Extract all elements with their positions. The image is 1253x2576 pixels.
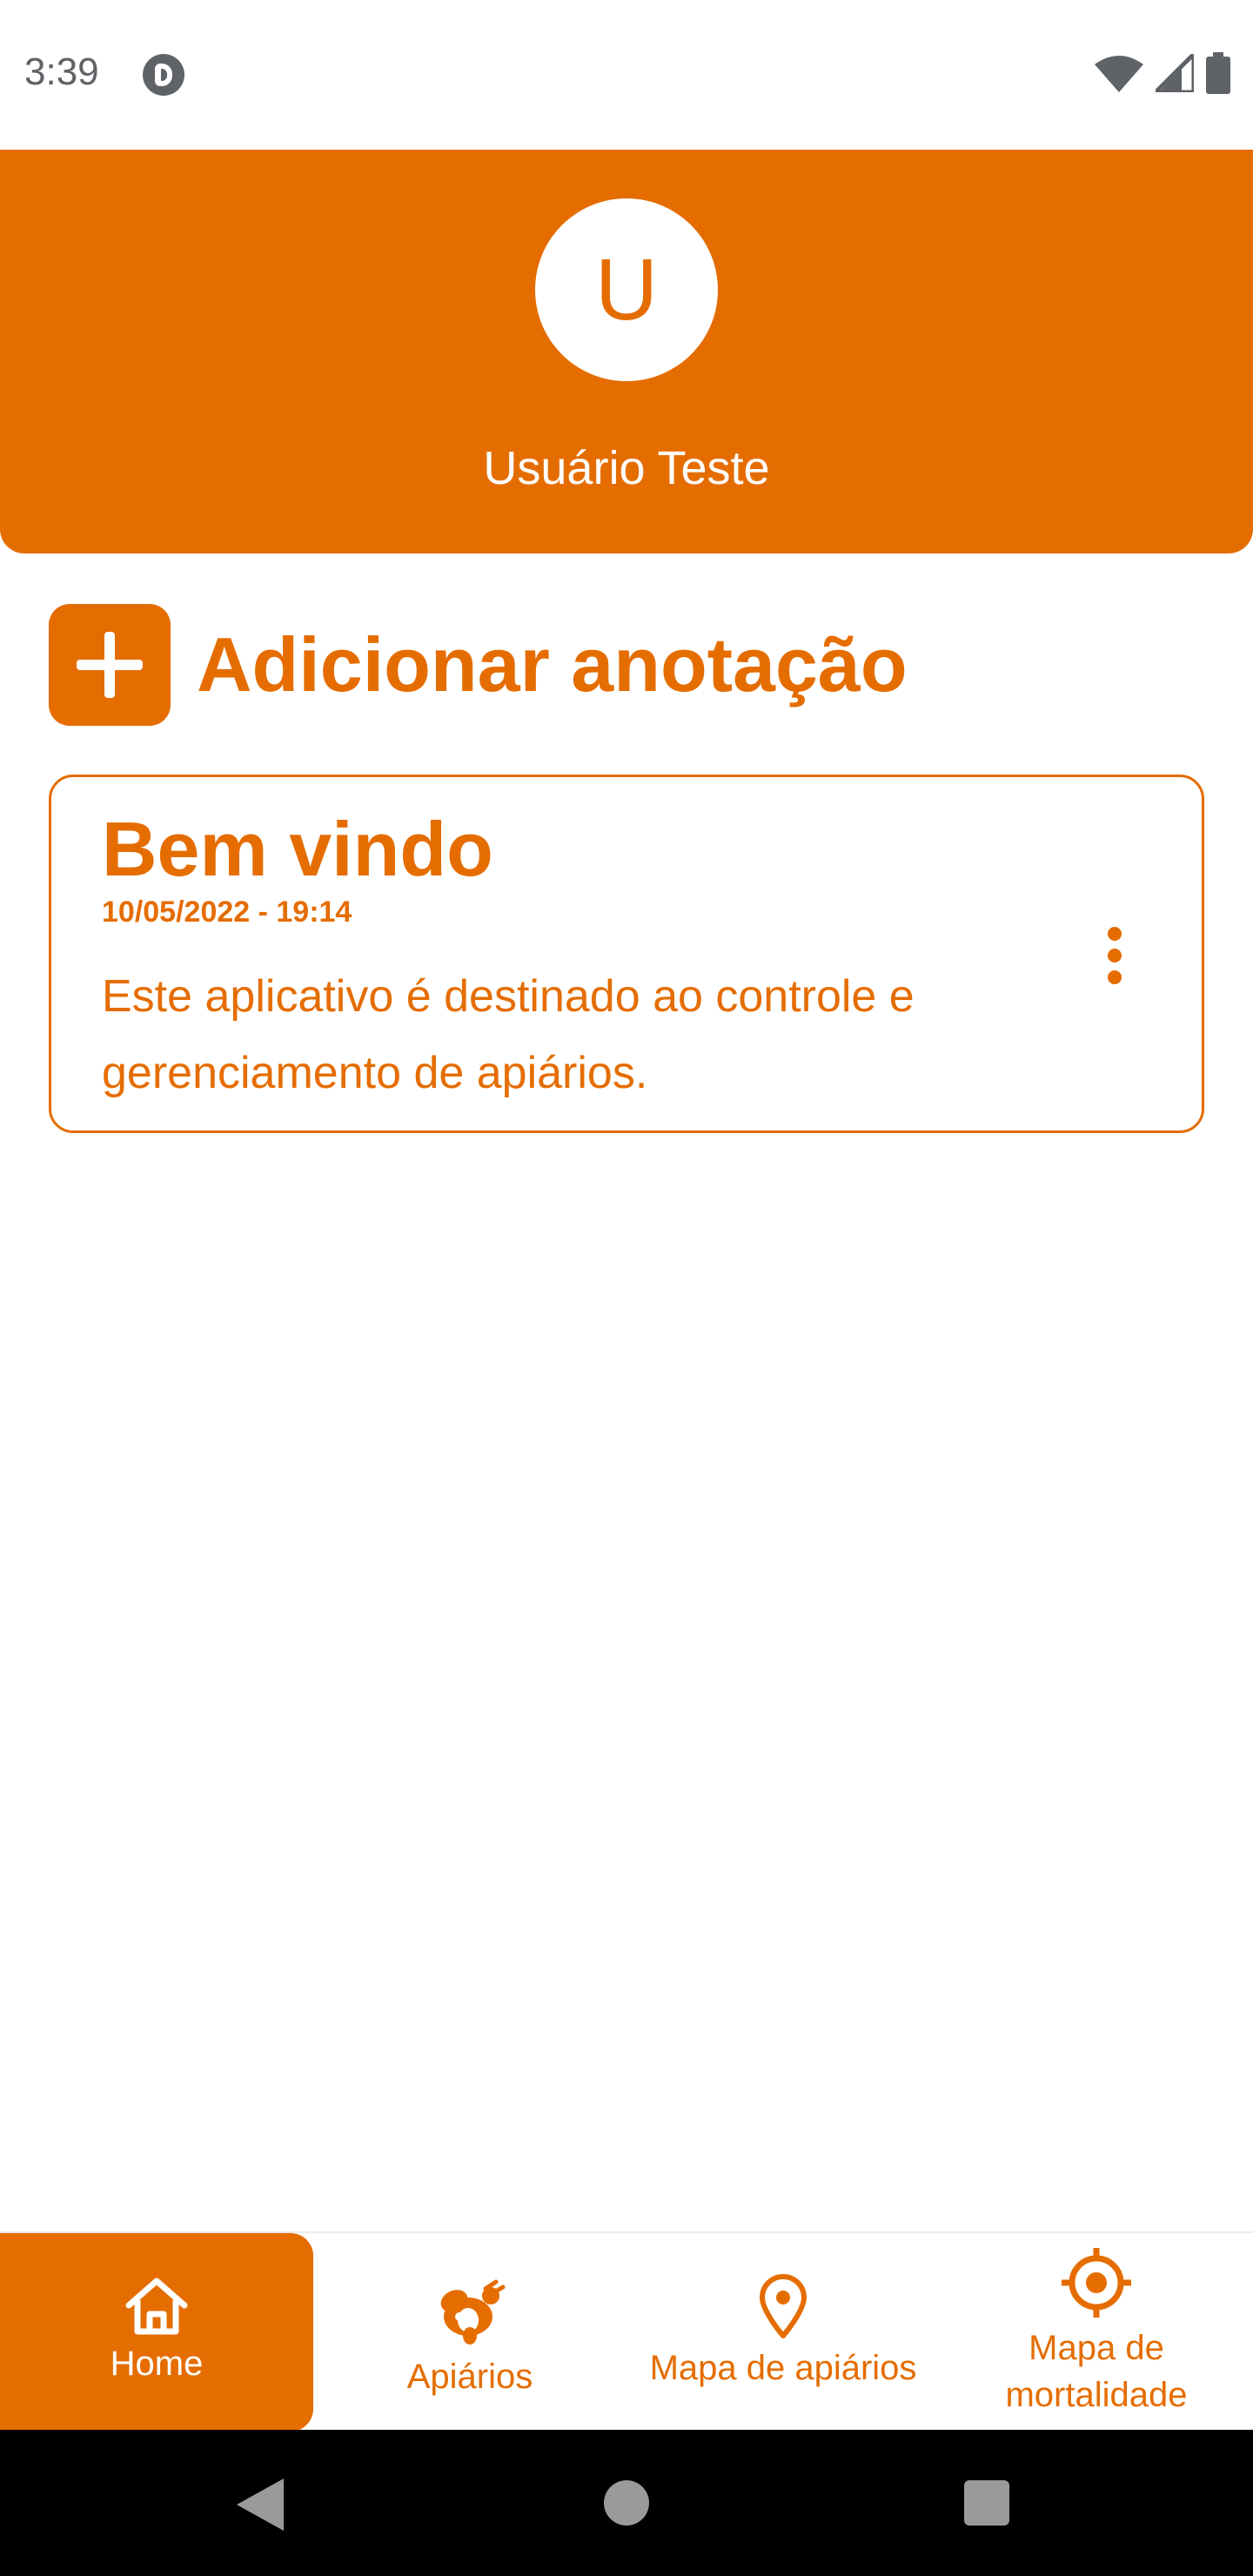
add-note-row[interactable]: Adicionar anotação: [49, 604, 908, 726]
app-notification-icon: [143, 54, 184, 96]
status-bar: 3:39: [0, 0, 1253, 150]
bee-icon: [440, 2279, 506, 2345]
add-note-label[interactable]: Adicionar anotação: [197, 621, 908, 709]
note-title: Bem vindo: [102, 806, 493, 892]
nav-item-mapa-mortalidade[interactable]: Mapa de mortalidade: [940, 2233, 1253, 2432]
note-date: 10/05/2022 - 19:14: [102, 896, 352, 929]
wifi-icon: [1095, 56, 1143, 92]
signal-icon: [1156, 54, 1194, 92]
bottom-navigation: Home Apiários Mapa de apiários Mapa de m…: [0, 2231, 1253, 2432]
home-icon: [125, 2277, 188, 2335]
note-card[interactable]: Bem vindo 10/05/2022 - 19:14 Este aplica…: [49, 775, 1204, 1133]
add-note-button[interactable]: [49, 604, 171, 726]
crosshair-icon: [1062, 2248, 1131, 2318]
profile-header: U Usuário Teste: [0, 150, 1253, 553]
back-icon[interactable]: [237, 2479, 284, 2531]
status-time: 3:39: [24, 50, 99, 93]
nav-label-mapa-apiarios: Mapa de apiários: [649, 2349, 917, 2387]
battery-icon: [1206, 52, 1230, 94]
recents-icon[interactable]: [964, 2480, 1009, 2526]
more-vert-icon[interactable]: [1104, 927, 1125, 984]
status-icons: [1095, 52, 1230, 94]
nav-label-apiarios: Apiários: [406, 2358, 533, 2396]
system-navigation-bar: [0, 2430, 1253, 2576]
home-button-icon[interactable]: [604, 2480, 649, 2526]
nav-label-mapa-mortalidade: Mapa de mortalidade: [1005, 2329, 1188, 2414]
nav-item-apiarios[interactable]: Apiários: [313, 2233, 626, 2432]
nav-item-mapa-apiarios[interactable]: Mapa de apiários: [626, 2233, 940, 2432]
user-name: Usuário Teste: [483, 442, 770, 494]
nav-label-home: Home: [110, 2345, 204, 2383]
note-body: Este aplicativo é destinado ao controle …: [102, 971, 915, 1098]
map-pin-icon: [760, 2274, 807, 2338]
avatar[interactable]: U: [535, 198, 718, 381]
nav-item-home[interactable]: Home: [0, 2233, 313, 2432]
